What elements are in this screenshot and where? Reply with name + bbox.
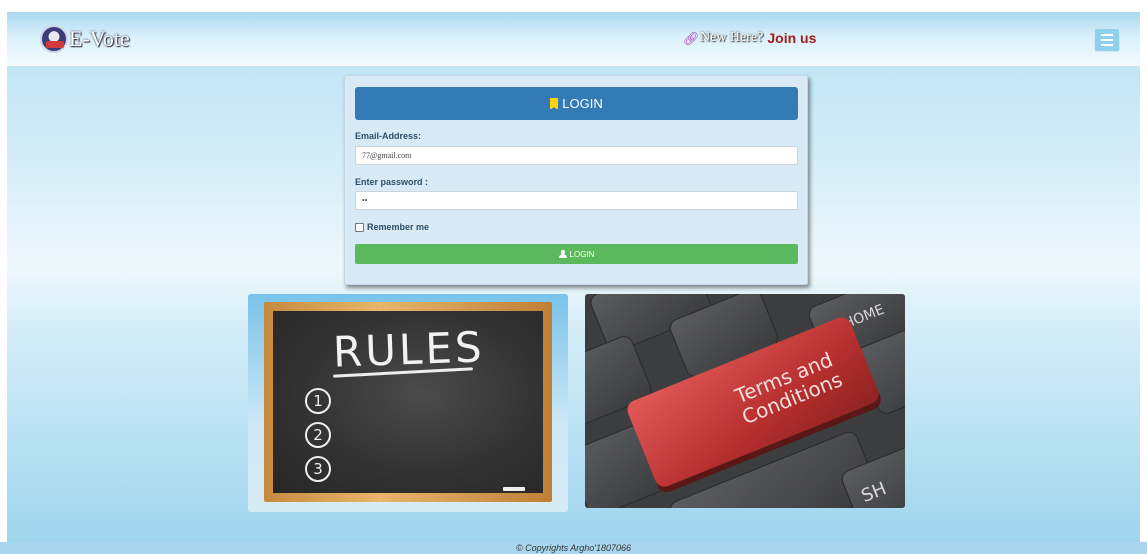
email-label: Email-Address: bbox=[355, 131, 422, 141]
login-button-label: LOGIN bbox=[569, 249, 595, 259]
login-panel: LOGIN Email-Address: 77@gmail.com Enter … bbox=[344, 75, 808, 285]
hamburger-icon-bar bbox=[1101, 34, 1113, 36]
logo-icon[interactable] bbox=[40, 25, 68, 53]
email-field[interactable]: 77@gmail.com bbox=[355, 146, 798, 165]
new-here-text: New Here? bbox=[700, 30, 764, 45]
hamburger-icon-bar bbox=[1101, 39, 1113, 41]
brand-title[interactable]: E-Vote bbox=[69, 26, 130, 52]
rules-card[interactable]: RULES 1 2 3 bbox=[248, 294, 568, 512]
hamburger-icon-bar bbox=[1101, 44, 1113, 46]
chalkboard-frame: RULES 1 2 3 bbox=[264, 302, 552, 502]
rule-number: 3 bbox=[305, 456, 331, 482]
login-panel-header: LOGIN bbox=[355, 87, 798, 120]
link-icon: 🔗︎ bbox=[683, 30, 700, 46]
password-label: Enter password : bbox=[355, 177, 429, 187]
remember-checkbox[interactable] bbox=[355, 222, 364, 232]
join-banner: 🔗︎ New Here? Join us bbox=[683, 30, 816, 46]
chalkboard: RULES 1 2 3 bbox=[273, 311, 543, 493]
footer: © Copyrights Argho'1807066 bbox=[0, 542, 1147, 554]
chalk-piece bbox=[503, 487, 525, 491]
join-us-link[interactable]: Join us bbox=[767, 30, 816, 46]
remember-label: Remember me bbox=[367, 222, 430, 232]
login-button[interactable]: LOGIN bbox=[355, 244, 798, 264]
rule-number: 1 bbox=[305, 388, 331, 414]
password-field[interactable]: •• bbox=[355, 191, 798, 210]
user-icon bbox=[558, 250, 567, 258]
rule-number: 2 bbox=[305, 422, 331, 448]
navbar: E-Vote 🔗︎ New Here? Join us bbox=[7, 12, 1140, 66]
remember-me[interactable]: Remember me bbox=[355, 222, 429, 232]
page-background: E-Vote 🔗︎ New Here? Join us LOGIN Email-… bbox=[7, 12, 1140, 542]
terms-card[interactable]: HOME SH Terms and Conditions bbox=[585, 294, 905, 508]
bookmark-icon bbox=[550, 98, 559, 110]
login-title: LOGIN bbox=[562, 96, 603, 111]
menu-toggle-button[interactable] bbox=[1094, 28, 1120, 52]
